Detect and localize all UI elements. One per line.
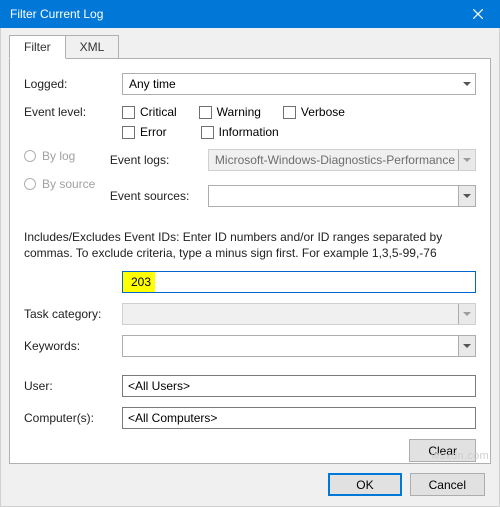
radio-icon: [24, 150, 36, 162]
tabstrip: Filter XML: [1, 28, 499, 58]
keywords-label: Keywords:: [24, 339, 114, 353]
tab-panel-filter: Logged: Any time Event level: Critical W…: [9, 58, 491, 464]
close-icon: [473, 9, 483, 19]
tab-xml[interactable]: XML: [65, 35, 120, 59]
user-input[interactable]: <All Users>: [122, 375, 476, 397]
radio-by-source: By source: [24, 177, 110, 191]
event-ids-description: Includes/Excludes Event IDs: Enter ID nu…: [24, 229, 476, 261]
computers-label: Computer(s):: [24, 411, 114, 425]
window-title: Filter Current Log: [10, 7, 103, 21]
chevron-down-icon: [458, 74, 475, 94]
event-logs-combo: Microsoft-Windows-Diagnostics-Performanc…: [208, 149, 476, 171]
computers-value: <All Computers>: [128, 411, 217, 425]
user-label: User:: [24, 379, 114, 393]
chevron-down-icon: [458, 186, 475, 206]
logged-combo[interactable]: Any time: [122, 73, 476, 95]
titlebar: Filter Current Log: [0, 0, 500, 28]
check-critical[interactable]: Critical: [122, 105, 177, 119]
radio-by-log: By log: [24, 149, 110, 163]
close-button[interactable]: [455, 0, 500, 28]
event-sources-combo[interactable]: [208, 185, 476, 207]
cancel-button[interactable]: Cancel: [410, 473, 485, 496]
check-error[interactable]: Error: [122, 125, 167, 139]
logged-label: Logged:: [24, 77, 114, 91]
event-level-label: Event level:: [24, 105, 114, 119]
chevron-down-icon: [458, 304, 475, 324]
tab-filter[interactable]: Filter: [9, 35, 66, 59]
computers-input[interactable]: <All Computers>: [122, 407, 476, 429]
watermark: wsxdn.com: [431, 450, 489, 462]
chevron-down-icon: [458, 336, 475, 356]
event-sources-label: Event sources:: [110, 189, 200, 203]
keywords-combo[interactable]: [122, 335, 476, 357]
check-information[interactable]: Information: [201, 125, 279, 139]
event-ids-value: 203: [123, 272, 155, 292]
chevron-down-icon: [458, 150, 475, 170]
check-warning[interactable]: Warning: [199, 105, 261, 119]
user-value: <All Users>: [128, 379, 190, 393]
logged-value: Any time: [129, 77, 176, 91]
event-logs-label: Event logs:: [110, 153, 200, 167]
dialog-body: Filter XML Logged: Any time Event level:…: [0, 28, 500, 507]
task-category-label: Task category:: [24, 307, 114, 321]
radio-icon: [24, 178, 36, 190]
dialog-footer: OK Cancel: [328, 473, 485, 496]
check-verbose[interactable]: Verbose: [283, 105, 345, 119]
ok-button[interactable]: OK: [328, 473, 401, 496]
event-logs-value: Microsoft-Windows-Diagnostics-Performanc…: [215, 153, 455, 167]
task-category-combo: [122, 303, 476, 325]
event-ids-input[interactable]: 203: [122, 271, 476, 293]
